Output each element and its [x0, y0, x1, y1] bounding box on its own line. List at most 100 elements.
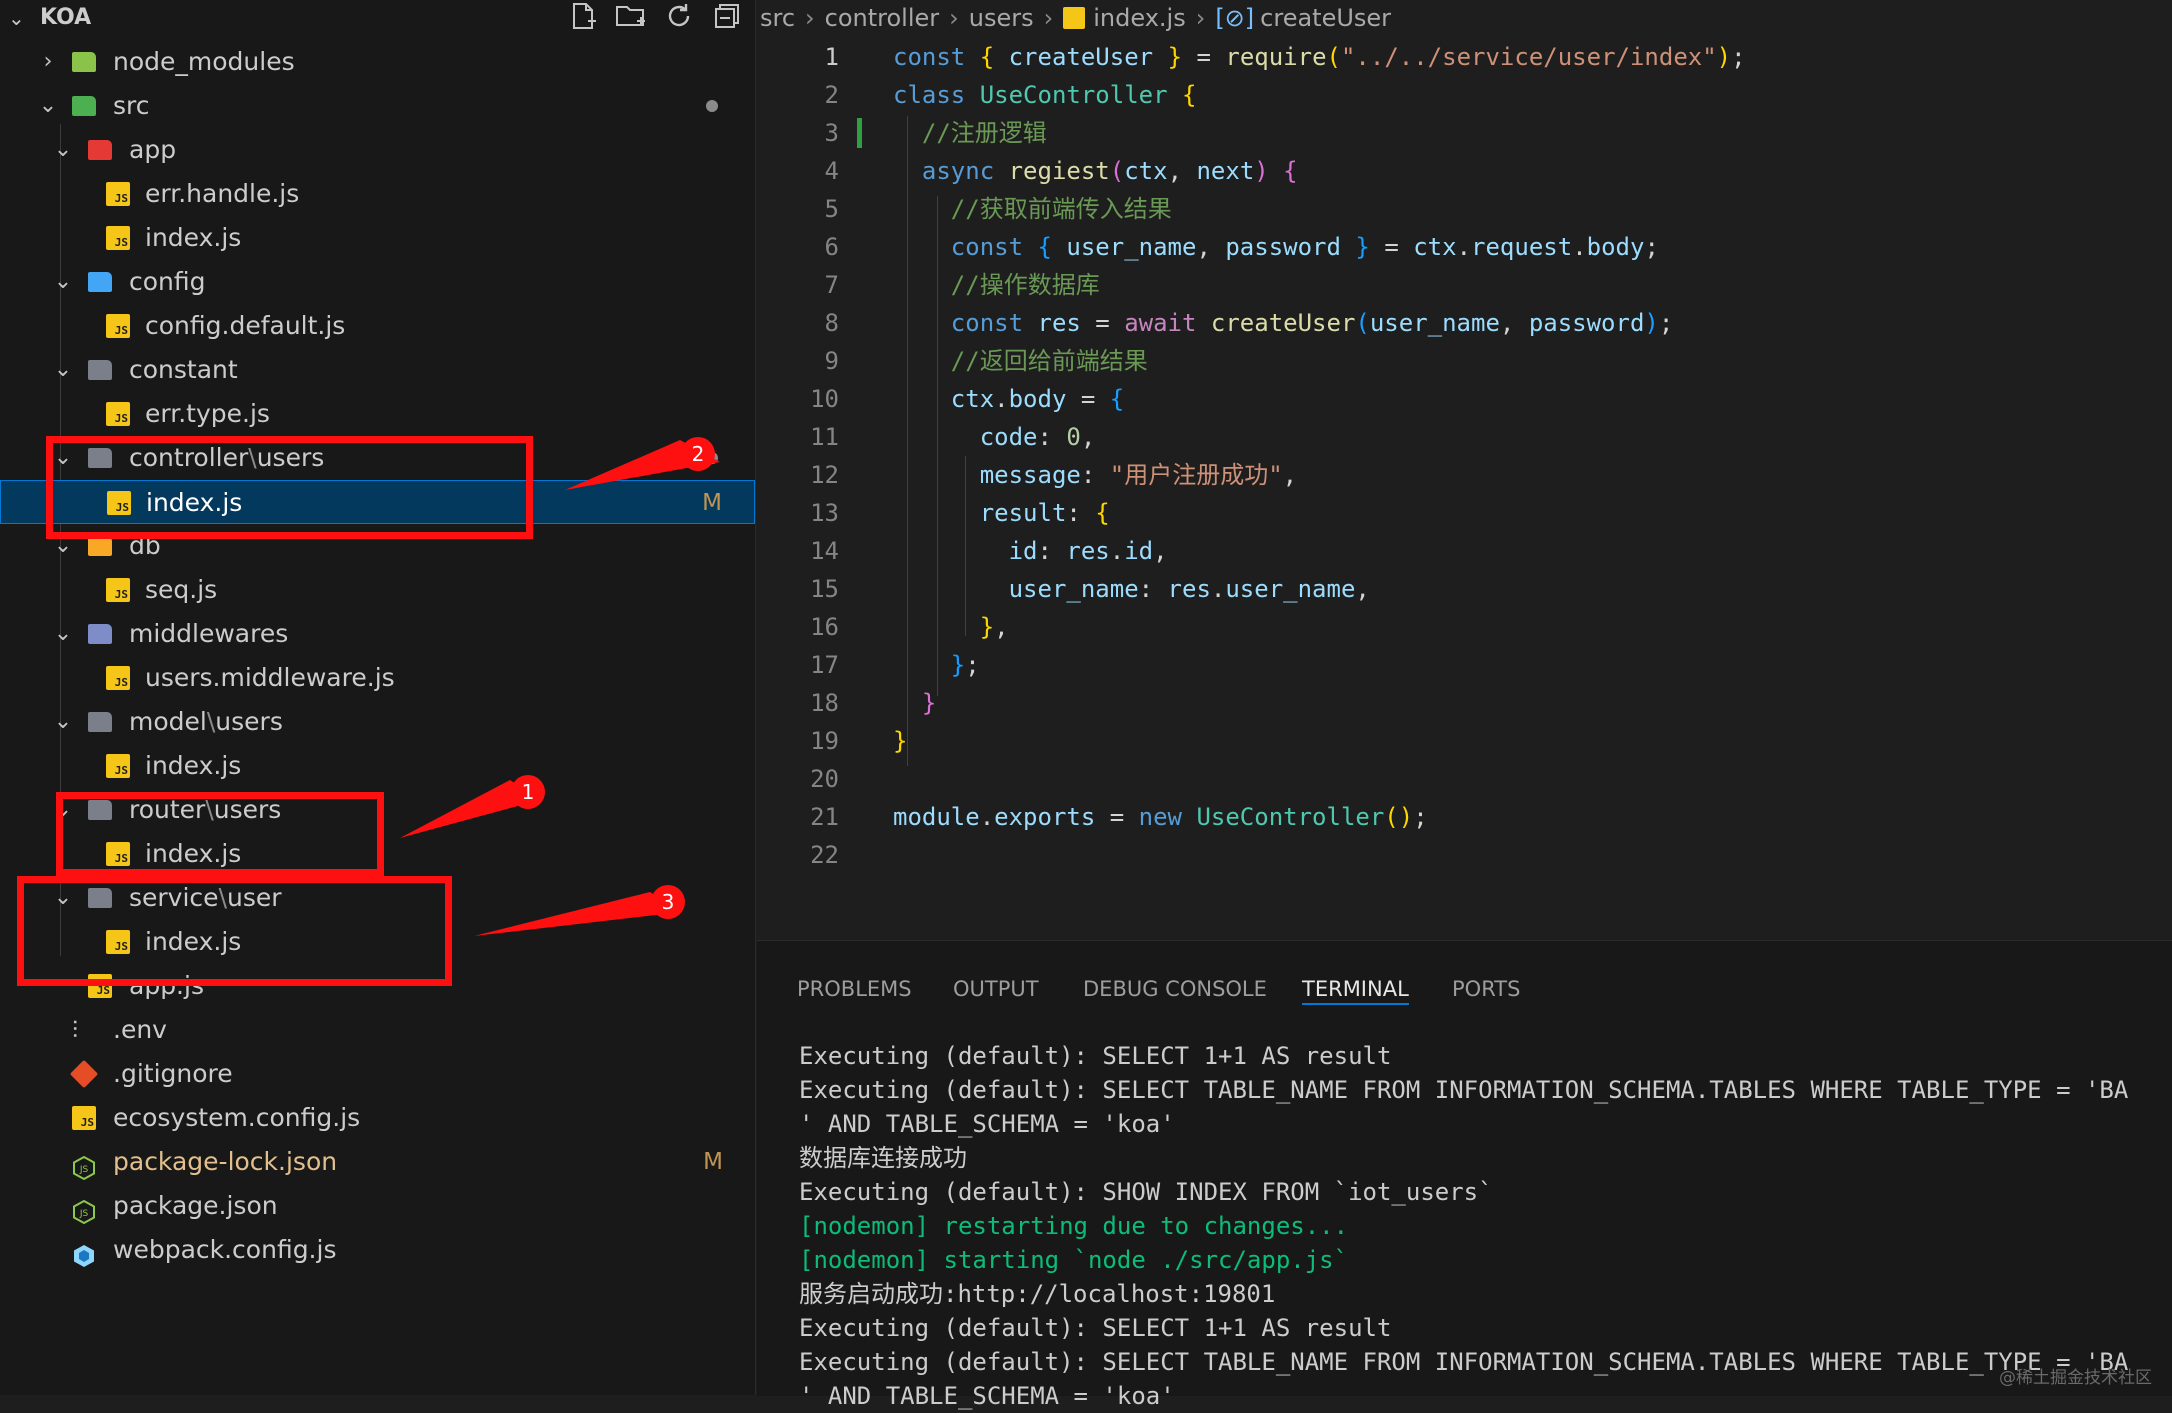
code-token: {	[1037, 233, 1067, 261]
line-number: 7	[824, 271, 839, 299]
code-token: res	[1167, 575, 1211, 603]
tree-item-label: .env	[113, 1015, 167, 1044]
code-token: async	[893, 157, 1009, 185]
tab-terminal[interactable]: TERMINAL	[1302, 941, 1409, 1001]
code-token: const	[893, 233, 1038, 261]
code-line[interactable]: 8 const res = await createUser(user_name…	[757, 304, 2172, 342]
terminal-line: ' AND TABLE_SCHEMA = 'koa'	[799, 1382, 1175, 1410]
code-token: )	[1716, 43, 1732, 71]
explorer-sidebar: ⌄ KOA › node_modules ⌄ src ⌄ app JS err.…	[0, 0, 756, 1395]
terminal-line: ' AND TABLE_SCHEMA = 'koa'	[799, 1110, 1175, 1138]
code-line[interactable]: 17 };	[757, 646, 2172, 684]
code-token: :	[1066, 499, 1096, 527]
webpack-cube-icon	[72, 1238, 96, 1267]
tree-item-package-json[interactable]: JS package.json	[0, 1184, 755, 1228]
line-number: 9	[824, 347, 839, 375]
code-line[interactable]: 21 module.exports = new UseController();	[757, 798, 2172, 836]
annotation-number: 1	[522, 780, 535, 804]
code-token: password	[1528, 309, 1645, 337]
tab-output[interactable]: OUTPUT	[953, 941, 1039, 1001]
line-number: 6	[824, 233, 839, 261]
terminal-line: Executing (default): SELECT 1+1 AS resul…	[799, 1042, 1392, 1070]
code-token: ctx	[1124, 157, 1168, 185]
breadcrumb-item[interactable]: controller	[825, 4, 940, 32]
code-token: //获取前端传入结果	[893, 195, 1172, 223]
node-hexagon-icon: JS	[72, 1150, 96, 1181]
code-line[interactable]: 11 code: 0,	[757, 418, 2172, 456]
code-text: const res = await createUser(user_name, …	[893, 304, 1674, 342]
code-token: await	[1124, 309, 1211, 337]
annotation-number: 3	[662, 890, 675, 914]
line-number: 18	[810, 689, 839, 717]
code-line[interactable]: 10 ctx.body = {	[757, 380, 2172, 418]
code-line[interactable]: 15 user_name: res.user_name,	[757, 570, 2172, 608]
code-line[interactable]: 18 }	[757, 684, 2172, 722]
code-line[interactable]: 16 },	[757, 608, 2172, 646]
tab-debug-console[interactable]: DEBUG CONSOLE	[1083, 941, 1267, 1001]
tree-item-label: webpack.config.js	[113, 1235, 337, 1264]
code-token: const	[893, 309, 1038, 337]
code-text: async regiest(ctx, next) {	[893, 152, 1298, 190]
code-line[interactable]: 12 message: "用户注册成功",	[757, 456, 2172, 494]
svg-text:JS: JS	[79, 1209, 89, 1219]
code-line[interactable]: 4 async regiest(ctx, next) {	[757, 152, 2172, 190]
code-token: ()	[1384, 803, 1414, 831]
code-token: {	[1182, 81, 1197, 109]
tab-problems[interactable]: PROBLEMS	[797, 941, 912, 1001]
code-token: user_name	[1369, 309, 1500, 337]
code-token: {	[1095, 499, 1110, 527]
tree-item-env[interactable]: ⫶ .env	[0, 1008, 755, 1052]
tree-item-package-lock-json[interactable]: JS package-lock.json M	[0, 1140, 755, 1184]
tab-ports[interactable]: PORTS	[1452, 941, 1520, 1001]
breadcrumb-item[interactable]: src	[760, 4, 795, 32]
code-token: body	[1586, 233, 1645, 261]
code-token: res	[1066, 537, 1110, 565]
code-token: createUser	[1210, 309, 1356, 337]
tree-item-ecosystem-config-js[interactable]: JS ecosystem.config.js	[0, 1096, 755, 1140]
code-token: .	[1572, 233, 1587, 261]
chevron-right-icon: ›	[949, 4, 959, 32]
code-token: ctx	[1413, 233, 1457, 261]
annotation-badge-2: 2	[681, 437, 715, 471]
code-token: ;	[1644, 233, 1659, 261]
code-editor[interactable]: 1 const { createUser } = require("../../s…	[757, 36, 2172, 936]
code-token: (	[1355, 309, 1370, 337]
code-token: .	[979, 803, 995, 831]
line-number: 2	[824, 81, 839, 109]
code-line[interactable]: 19}	[757, 722, 2172, 760]
code-line[interactable]: 7 //操作数据库	[757, 266, 2172, 304]
code-line[interactable]: 14 id: res.id,	[757, 532, 2172, 570]
code-line[interactable]: 2 class UseController {	[757, 76, 2172, 114]
breadcrumb-item[interactable]: createUser	[1260, 4, 1391, 32]
code-line[interactable]: 22	[757, 836, 2172, 874]
tree-item-gitignore[interactable]: .gitignore	[0, 1052, 755, 1096]
code-line[interactable]: 20	[757, 760, 2172, 798]
code-token: require	[1225, 43, 1327, 71]
active-tab-indicator	[1302, 1003, 1409, 1005]
code-token: ;	[1413, 803, 1428, 831]
code-token: .	[994, 385, 1009, 413]
line-number: 21	[810, 803, 839, 831]
breadcrumb-item[interactable]: users	[969, 4, 1034, 32]
tree-item-label: .gitignore	[113, 1059, 233, 1088]
code-line[interactable]: 9 //返回给前端结果	[757, 342, 2172, 380]
code-token: {	[1109, 385, 1125, 413]
tree-item-webpack-config-js[interactable]: webpack.config.js	[0, 1228, 755, 1272]
breadcrumb: src › controller › users › index.js › [⊘] createU…	[760, 0, 1391, 36]
code-line[interactable]: 13 result: {	[757, 494, 2172, 532]
code-token: exports	[994, 803, 1110, 831]
line-number: 8	[824, 309, 839, 337]
code-line[interactable]: 6 const { user_name, password } = ctx.re…	[757, 228, 2172, 266]
code-line[interactable]: 1 const { createUser } = require("../../s…	[757, 38, 2172, 76]
code-token: ;	[965, 651, 980, 679]
code-line[interactable]: 3 //注册逻辑	[757, 114, 2172, 152]
code-token: (	[1109, 157, 1125, 185]
code-line[interactable]: 5 //获取前端传入结果	[757, 190, 2172, 228]
code-token: body	[1008, 385, 1081, 413]
code-text: message: "用户注册成功",	[893, 456, 1297, 494]
breadcrumb-item[interactable]: index.js	[1093, 4, 1185, 32]
terminal-line: Executing (default): SELECT TABLE_NAME F…	[799, 1348, 2129, 1376]
code-token: ,	[1499, 309, 1529, 337]
code-token: =	[1080, 385, 1110, 413]
line-number: 3	[824, 119, 839, 147]
